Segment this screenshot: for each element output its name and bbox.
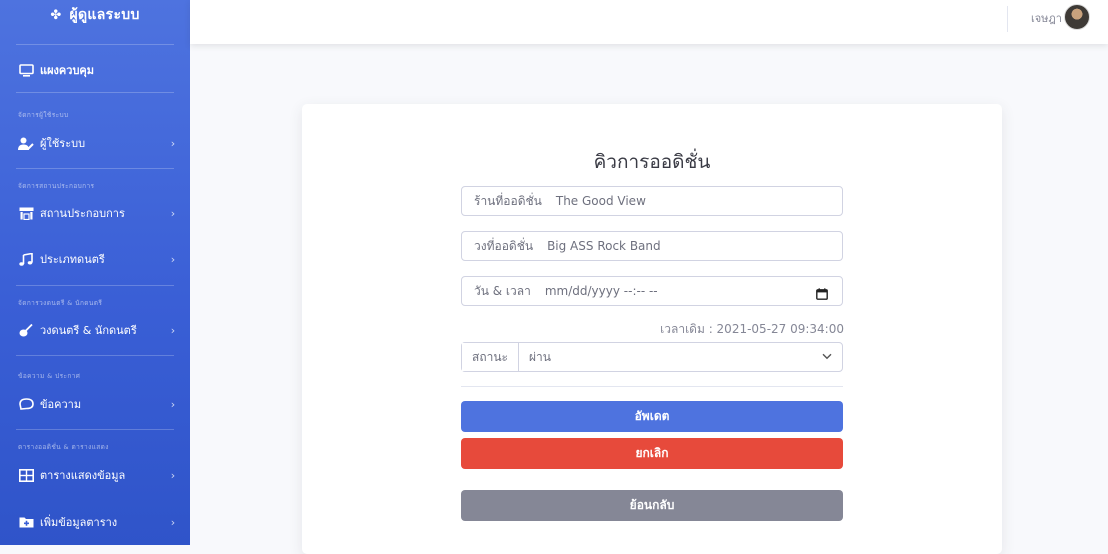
update-button[interactable]: อัพเดต <box>461 401 843 432</box>
music-icon <box>18 252 34 266</box>
chevron-right-icon: › <box>170 397 176 411</box>
cancel-button[interactable]: ยกเลิก <box>461 438 843 469</box>
sidebar-item-label: ตารางแสดงข้อมูล <box>40 469 126 482</box>
sidebar-divider <box>16 168 174 169</box>
sidebar-item-genres[interactable]: ประเภทดนตรี › <box>0 244 190 274</box>
band-value: Big ASS Rock Band <box>547 239 661 253</box>
band-field[interactable]: วงที่ออดิชั่น Big ASS Rock Band <box>461 231 843 261</box>
sidebar-item-label: ประเภทดนตรี <box>40 253 105 266</box>
sidebar-item-add-schedule[interactable]: เพิ่มข้อมูลตาราง › <box>0 507 190 537</box>
topbar: เจษฎา <box>190 0 1108 44</box>
sidebar-item-label: แผงควบคุม <box>40 64 95 77</box>
message-icon <box>18 397 34 411</box>
sidebar-item-schedule-table[interactable]: ตารางแสดงข้อมูล › <box>0 460 190 490</box>
old-time-text: เวลาเดิม : 2021-05-27 09:34:00 <box>660 322 844 336</box>
user-name[interactable]: เจษฎา <box>1031 9 1062 27</box>
sidebar-heading: จัดการสถานประกอบการ <box>18 182 95 190</box>
table-icon <box>18 468 34 482</box>
sidebar-item-venues[interactable]: สถานประกอบการ › <box>0 198 190 228</box>
sidebar-divider <box>16 92 174 93</box>
status-select-group: สถานะ ผ่าน <box>461 342 843 372</box>
sidebar-item-dashboard[interactable]: แผงควบคุม <box>0 55 190 85</box>
chevron-down-icon <box>822 352 832 363</box>
audition-edit-card: คิวการออดิชั่น ร้านที่ออดิชั่น The Good … <box>302 104 1002 554</box>
desktop-icon <box>18 63 34 77</box>
venue-value: The Good View <box>555 194 646 208</box>
avatar[interactable] <box>1064 4 1090 30</box>
user-edit-icon <box>18 136 34 150</box>
calendar-icon[interactable] <box>816 285 828 300</box>
sidebar-heading: ข้อความ & ประกาศ <box>18 372 81 380</box>
chevron-right-icon: › <box>170 323 176 337</box>
datetime-label: วัน & เวลา <box>474 283 531 298</box>
sidebar-divider <box>16 429 174 430</box>
sidebar-brand[interactable]: ✤ ผู้ดูแลระบบ <box>0 0 190 30</box>
status-select[interactable]: ผ่าน <box>519 343 842 371</box>
folder-plus-icon <box>18 515 34 529</box>
guitar-icon <box>18 323 34 337</box>
sidebar-item-label: สถานประกอบการ <box>40 207 125 220</box>
chevron-right-icon: › <box>170 515 176 529</box>
sidebar-item-label: เพิ่มข้อมูลตาราง <box>40 516 118 529</box>
brand-label: ผู้ดูแลระบบ <box>69 7 140 23</box>
sidebar-item-label: ผู้ใช้ระบบ <box>40 137 86 150</box>
sidebar-heading: จัดการผู้ใช้ระบบ <box>18 111 69 119</box>
venue-label: ร้านที่ออดิชั่น <box>474 193 542 208</box>
sidebar-divider <box>16 44 174 45</box>
form-divider <box>461 386 843 387</box>
sidebar-item-label: วงดนตรี & นักดนตรี <box>40 324 137 337</box>
sidebar-divider <box>16 285 174 286</box>
sidebar-heading: ตารางออดิชั่น & ตารางแสดง <box>18 443 109 451</box>
datetime-placeholder: mm/dd/yyyy --:-- -- <box>544 284 658 298</box>
sidebar-item-label: ข้อความ <box>40 398 82 411</box>
sidebar-item-messages[interactable]: ข้อความ › <box>0 389 190 419</box>
datetime-field[interactable]: วัน & เวลา mm/dd/yyyy --:-- -- <box>461 276 843 306</box>
band-label: วงที่ออดิชั่น <box>474 238 534 253</box>
sidebar-heading: จัดการวงดนตรี & นักดนตรี <box>18 299 103 307</box>
users-cog-icon: ✤ <box>50 7 62 23</box>
sidebar-item-users[interactable]: ผู้ใช้ระบบ › <box>0 128 190 158</box>
status-value: ผ่าน <box>529 349 551 364</box>
sidebar: ✤ ผู้ดูแลระบบ แผงควบคุม จัดการผู้ใช้ระบบ… <box>0 0 190 545</box>
chevron-right-icon: › <box>170 206 176 220</box>
venue-field[interactable]: ร้านที่ออดิชั่น The Good View <box>461 186 843 216</box>
store-icon <box>18 206 34 220</box>
sidebar-item-bands[interactable]: วงดนตรี & นักดนตรี › <box>0 315 190 345</box>
back-button[interactable]: ย้อนกลับ <box>461 490 843 521</box>
topbar-divider <box>1007 6 1008 32</box>
page-title: คิวการออดิชั่น <box>593 151 711 173</box>
chevron-right-icon: › <box>170 252 176 266</box>
chevron-right-icon: › <box>170 468 176 482</box>
sidebar-divider <box>16 355 174 356</box>
chevron-right-icon: › <box>170 136 176 150</box>
status-label: สถานะ <box>462 343 519 371</box>
